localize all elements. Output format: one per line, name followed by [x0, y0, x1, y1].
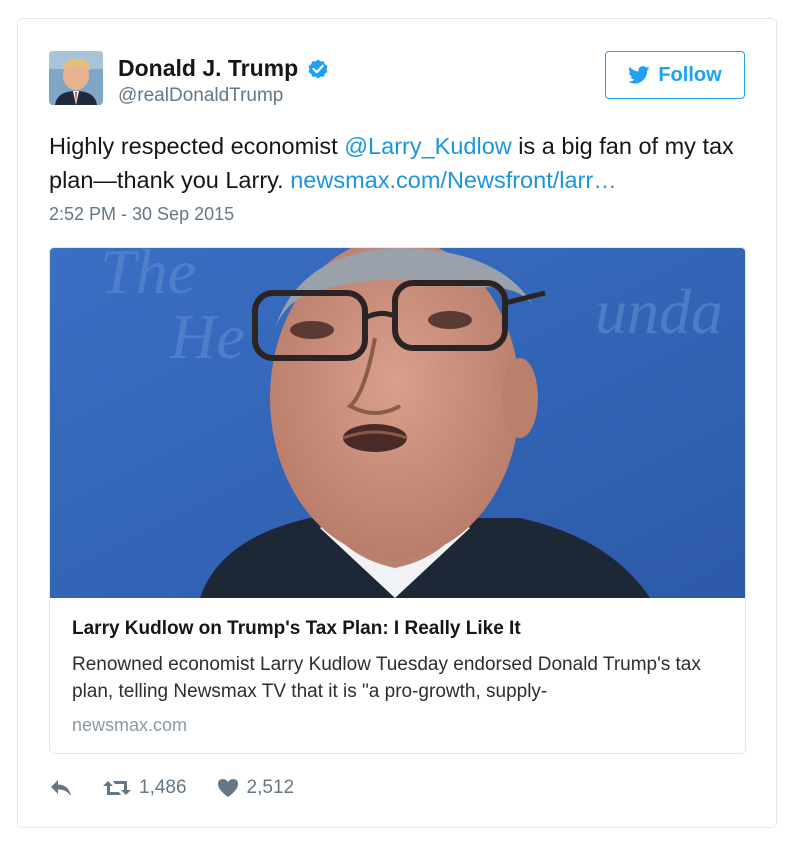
reply-icon [51, 780, 71, 796]
tweet-text: Highly respected economist @Larry_Kudlow… [49, 129, 749, 197]
reply-action[interactable] [49, 778, 73, 798]
verified-badge-icon [308, 59, 328, 78]
avatar-image [49, 51, 103, 105]
retweet-action[interactable]: 1,486 [73, 777, 187, 799]
follow-label: Follow [658, 63, 722, 86]
tweet-text-part-1: Highly respected economist [49, 133, 345, 159]
card-description: Renowned economist Larry Kudlow Tuesday … [72, 654, 701, 701]
card-image[interactable]: The He unda [50, 248, 746, 598]
heart-icon [217, 779, 238, 797]
retweet-icon [103, 781, 131, 795]
like-action[interactable]: 2,512 [187, 777, 295, 799]
card-image-bg-text-2: He [169, 301, 245, 372]
author-avatar[interactable] [49, 51, 103, 105]
twitter-bird-icon [628, 66, 650, 84]
follow-button[interactable]: Follow [605, 51, 745, 99]
mention-link[interactable]: @Larry_Kudlow [344, 133, 512, 159]
author-name-row[interactable]: Donald J. Trump [118, 55, 330, 82]
link-preview-card[interactable]: The He unda Larry Kudlow on Trump's Tax … [49, 247, 746, 754]
tweet-timestamp[interactable]: 2:52 PM - 30 Sep 2015 [49, 204, 234, 225]
card-title[interactable]: Larry Kudlow on Trump's Tax Plan: I Real… [72, 618, 521, 640]
like-count: 2,512 [246, 777, 295, 798]
tweet-url-link[interactable]: newsmax.com/Newsfront/larr… [290, 167, 616, 193]
tweet-card: Donald J. Trump @realDonaldTrump Follow … [17, 18, 777, 828]
card-image-bg-text-1: The [100, 248, 196, 307]
author-handle[interactable]: @realDonaldTrump [118, 85, 283, 107]
tweet-actions: 1,486 2,512 [49, 777, 294, 799]
author-name[interactable]: Donald J. Trump [118, 55, 298, 82]
card-image-bg-text-3: unda [595, 276, 723, 347]
retweet-count: 1,486 [139, 777, 187, 798]
card-domain[interactable]: newsmax.com [72, 715, 187, 736]
